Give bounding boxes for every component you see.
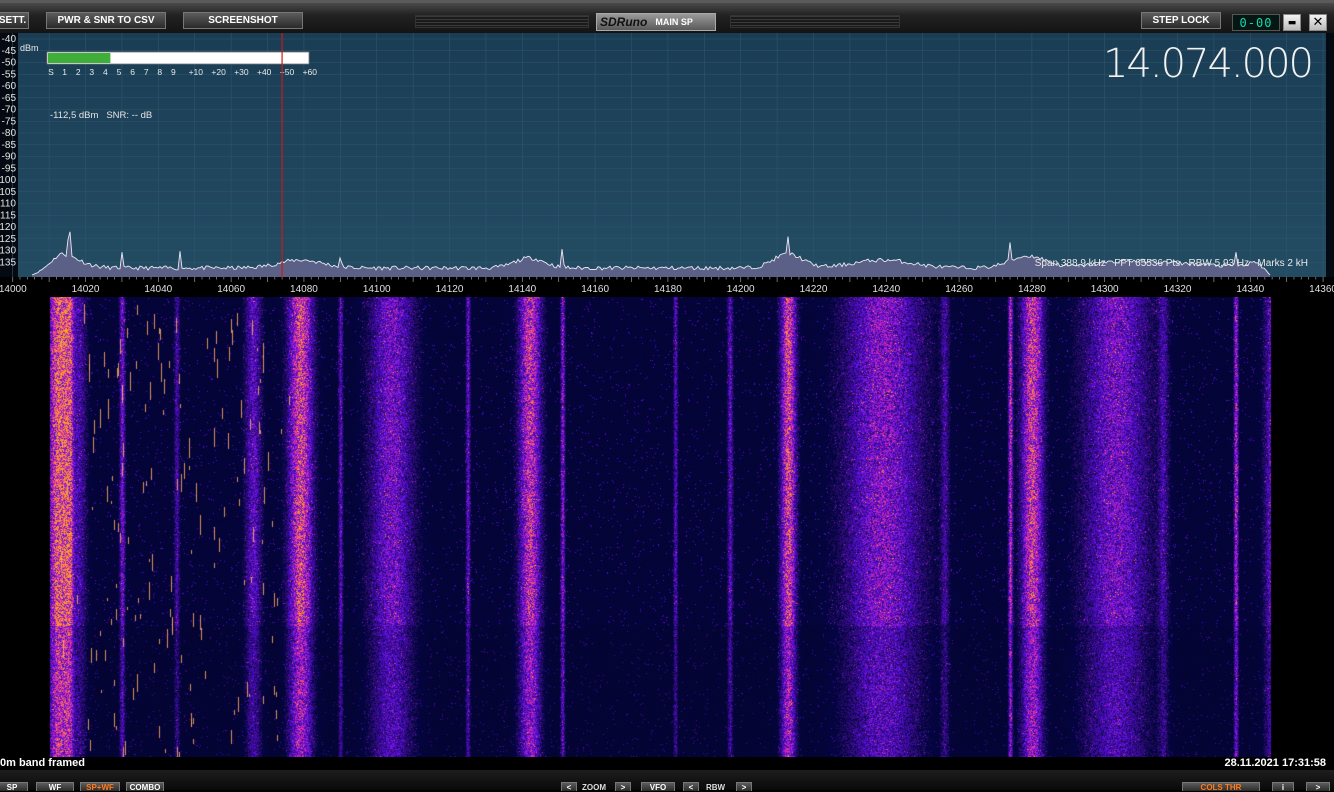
dbm-tick-label: -130 [0, 246, 16, 257]
minimize-icon[interactable]: ▬ [1283, 14, 1301, 31]
dbm-tick-label: -105 [0, 187, 16, 198]
freq-tick-label: 14160 [581, 284, 609, 295]
s-meter-tick-label: 2 [76, 67, 81, 77]
freq-tick-label: 14360 [1309, 284, 1334, 295]
s-meter-tick-label: +40 [257, 67, 272, 77]
dbm-tick-label: -80 [2, 128, 17, 139]
dbm-tick-label: -120 [0, 222, 16, 233]
freq-tick-label: 14060 [217, 284, 245, 295]
dbm-tick-label: -40 [2, 34, 17, 45]
dbm-tick-label: -75 [2, 116, 17, 127]
dbm-tick-label: -95 [2, 163, 17, 174]
level-readout: -112,5 dBm SNR: -- dB [50, 110, 152, 121]
dbm-tick-label: -90 [2, 152, 17, 163]
dbm-unit-label: dBm [20, 43, 39, 53]
dbm-tick-label: -85 [2, 140, 17, 151]
s-meter-tick-label: 5 [117, 67, 122, 77]
dbm-scale: -40-45-50-55-60-65-70-75-80-85-90-95-100… [0, 34, 16, 268]
dbm-tick-label: -60 [2, 81, 17, 92]
dbm-tick-label: -115 [0, 210, 16, 221]
freq-tick-label: 14000 [0, 284, 27, 295]
s-meter-tick-label: 7 [144, 67, 149, 77]
s-meter-tick-label: 6 [130, 67, 135, 77]
spectrum-display[interactable]: -40-45-50-55-60-65-70-75-80-85-90-95-100… [0, 33, 1334, 297]
settings-button[interactable]: SETT. [0, 12, 29, 29]
drag-handle-right[interactable] [730, 15, 900, 28]
freq-tick-label: 14340 [1236, 284, 1264, 295]
zoom-label: ZOOM [582, 783, 606, 792]
window-subtitle: MAIN SP [655, 17, 693, 27]
freq-tick-label: 14240 [872, 284, 900, 295]
s-meter-bar [48, 53, 111, 63]
freq-tick-label: 14080 [290, 284, 318, 295]
freq-tick-label: 14140 [508, 284, 536, 295]
s-meter-tick-label: 9 [171, 67, 176, 77]
step-lock-button[interactable]: STEP LOCK [1141, 12, 1221, 29]
drag-handle-left[interactable] [415, 15, 589, 28]
waterfall-display[interactable] [0, 297, 1334, 757]
brand-logo: SDRuno [600, 15, 648, 29]
dbm-tick-label: -125 [0, 234, 16, 245]
freq-tick-label: 14300 [1091, 284, 1119, 295]
spectrum-info: Span 388,9 kHz FFT 65536 Pts RBW 5,93 Hz… [1035, 258, 1308, 269]
freq-tick-label: 14100 [363, 284, 391, 295]
freq-tick-label: 14320 [1164, 284, 1192, 295]
status-left-text: 0m band framed [0, 757, 85, 769]
dbm-tick-label: -50 [2, 58, 17, 69]
s-meter-tick-label: +20 [211, 67, 226, 77]
freq-tick-label: 14020 [72, 284, 100, 295]
rbw-label: RBW [706, 783, 726, 792]
dbm-tick-label: -100 [0, 175, 16, 186]
close-icon[interactable]: ✕ [1309, 14, 1327, 31]
s-meter-tick-label: S [48, 67, 54, 77]
bottom-toolbar: SP WF SP+WF COMBO < ZOOM > VFO < RBW > C… [0, 770, 1334, 792]
s-meter-tick-label: +10 [189, 67, 204, 77]
pwr-snr-csv-button[interactable]: PWR & SNR TO CSV [46, 12, 166, 29]
frequency-display[interactable]: 14.074.000 [1103, 41, 1314, 87]
freq-tick-label: 14200 [727, 284, 755, 295]
s-meter-tick-label: +30 [234, 67, 249, 77]
freq-tick-label: 14040 [144, 284, 172, 295]
freq-tick-label: 14180 [654, 284, 682, 295]
s-meter-tick-label: 3 [89, 67, 94, 77]
lcd-display: 0-00 [1232, 14, 1280, 31]
dbm-tick-label: -55 [2, 69, 17, 80]
s-meter-tick-label: 4 [103, 67, 108, 77]
window-title[interactable]: SDRuno MAIN SP [596, 13, 716, 31]
status-timestamp: 28.11.2021 17:31:58 [1224, 757, 1326, 769]
freq-tick-label: 14220 [800, 284, 828, 295]
title-bar: SETT. PWR & SNR TO CSV SCREENSHOT SDRuno… [0, 0, 1334, 33]
freq-tick-label: 14260 [945, 284, 973, 295]
dbm-tick-label: -135 [0, 257, 16, 268]
screenshot-button[interactable]: SCREENSHOT [183, 12, 303, 29]
s-meter-tick-label: 1 [62, 67, 67, 77]
dbm-tick-label: -65 [2, 93, 17, 104]
s-meter-tick-label: +60 [303, 67, 318, 77]
dbm-tick-label: -110 [0, 199, 16, 210]
s-meter-tick-label: 8 [157, 67, 162, 77]
freq-tick-label: 14280 [1018, 284, 1046, 295]
status-bar: 0m band framed 28.11.2021 17:31:58 [0, 757, 1334, 770]
dbm-tick-label: -45 [2, 46, 17, 57]
dbm-tick-label: -70 [2, 105, 17, 116]
freq-tick-label: 14120 [436, 284, 464, 295]
